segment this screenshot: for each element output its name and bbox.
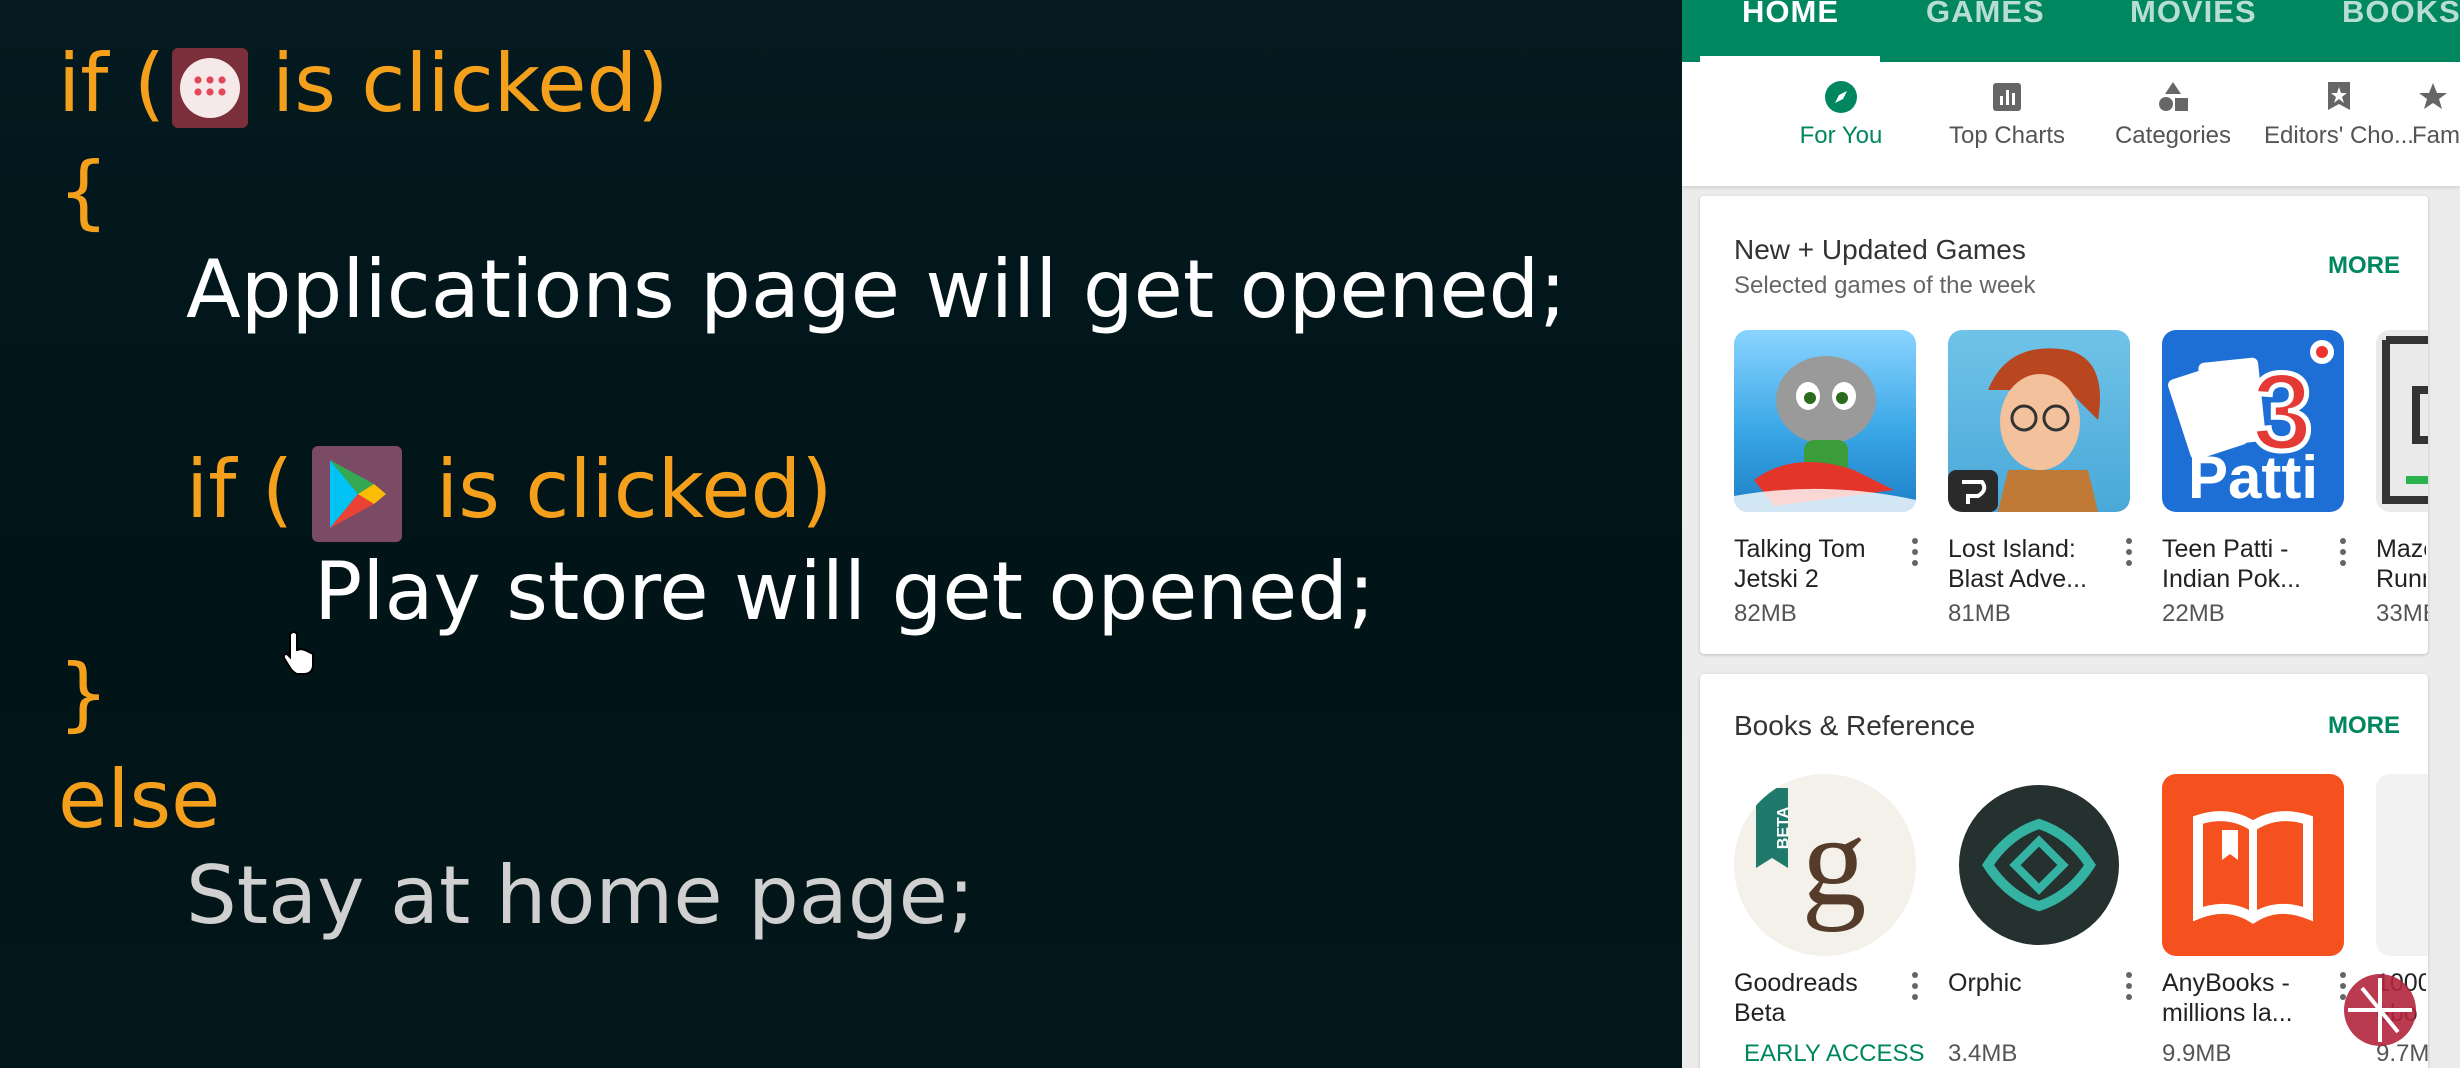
tab-home[interactable]: HOME [1742, 0, 1839, 30]
overflow-menu-icon[interactable] [2126, 972, 2132, 1005]
section-title: New + Updated Games [1734, 234, 2026, 265]
play-store-screen: HOME GAMES MOVIES BOOKS For You Top Char… [1682, 0, 2460, 1068]
subnav-for-you[interactable]: For You [1756, 80, 1926, 150]
app-drawer-icon [172, 48, 248, 128]
talking-tom-art [1734, 356, 1916, 512]
overflow-menu-icon[interactable] [1912, 538, 1918, 571]
sub-navigation: For You Top Charts Categories Editors' C… [1682, 62, 2460, 186]
app-icon-anybooks [2162, 774, 2344, 956]
app-name: Teen Patti - Indian Pok... [2162, 535, 2301, 593]
family-star-icon [2419, 83, 2447, 109]
badge-star-icon [2328, 82, 2350, 110]
section-subtitle: Selected games of the week [1734, 272, 2036, 299]
subnav-label: For You [1799, 122, 1883, 149]
section-title: Books & Reference [1734, 710, 1976, 741]
home-page-statement: Stay at home page; [186, 849, 975, 942]
app-name: Orphic [1948, 969, 2022, 997]
subnav-label: Editors' Cho... [2264, 122, 2414, 149]
is-clicked-1: is clicked) [272, 37, 669, 130]
app-card[interactable]: BETA g Goodreads Beta EARLY ACCESS [1734, 774, 1925, 1067]
play-store-glyph [330, 460, 386, 528]
app-name: AnyBooks - millions la... [2162, 969, 2293, 1027]
more-button[interactable]: MORE [2328, 252, 2400, 280]
subnav-label: Categories [2114, 122, 2232, 149]
app-size: 9.9MB [2162, 1040, 2232, 1067]
app-icon-ebooks [2376, 774, 2428, 956]
lost-island-art [1948, 348, 2100, 512]
app-card[interactable]: 1000 ebo 9.7MB [2376, 774, 2428, 1067]
app-drawer-glyph [180, 58, 240, 118]
app-icon-talking-tom [1734, 330, 1916, 512]
tab-games[interactable]: GAMES [1926, 0, 2045, 30]
brace-close: } [58, 647, 109, 740]
subnav-label: Fam [2412, 122, 2460, 149]
if-keyword-1: if ( [58, 37, 166, 130]
app-icon-teen-patti: 3 Patti [2162, 330, 2344, 512]
hand-cursor-icon [282, 631, 314, 675]
app-size: 82MB [1734, 600, 1797, 627]
teen-patti-art: 3 Patti [2168, 340, 2334, 511]
subnav-family[interactable]: Fam [2396, 80, 2460, 150]
app-card[interactable]: AnyBooks - millions la... 9.9MB [2162, 774, 2346, 1067]
play-store-icon [312, 446, 402, 542]
tab-movies[interactable]: MOVIES [2130, 0, 2257, 30]
app-name: Lost Island: Blast Adve... [1948, 535, 2087, 593]
compass-icon [1825, 81, 1857, 113]
if-keyword-2: if ( [186, 443, 294, 536]
app-icon-goodreads: BETA g [1734, 774, 1916, 956]
app-size: 81MB [1948, 600, 2011, 627]
section-books-reference: Books & Reference MORE BETA g Goodreads … [1700, 674, 2428, 1068]
app-icon-maze-runner [2376, 330, 2428, 512]
app-card[interactable]: Orphic 3.4MB [1948, 774, 2132, 1067]
patti-word: Patti [2188, 444, 2318, 511]
section-new-updated-games: New + Updated Games Selected games of th… [1700, 196, 2428, 654]
overflow-menu-icon[interactable] [1912, 972, 1918, 1005]
app-size: 33MB [2376, 600, 2428, 627]
beta-badge: BETA [1775, 806, 1792, 849]
app-name: Maze Runn [2376, 535, 2426, 593]
orphic-art [1959, 785, 2119, 945]
subnav-label: Top Charts [1948, 122, 2066, 149]
more-button[interactable]: MORE [2328, 712, 2400, 740]
maze-art [2382, 336, 2428, 504]
app-icon-lost-island [1948, 330, 2130, 512]
overflow-menu-icon[interactable] [2126, 538, 2132, 571]
anybooks-art [2193, 811, 2313, 924]
goodreads-art: BETA g [1756, 788, 1867, 933]
app-name: Talking Tom Jetski 2 [1734, 535, 1866, 593]
channel-logo-icon [2344, 974, 2416, 1046]
is-clicked-2: is clicked) [436, 443, 833, 536]
app-card[interactable]: Talking Tom Jetski 2 82MB [1734, 330, 1918, 627]
brace-open: { [58, 145, 109, 238]
overflow-menu-icon[interactable] [2340, 538, 2346, 571]
app-card[interactable]: 3 Patti Teen Patti - Indian Pok... 22MB [2162, 330, 2346, 627]
applications-statement: Applications page will get opened; [186, 243, 1567, 336]
app-card[interactable]: Maze Runn 33MB [2376, 330, 2428, 627]
subnav-categories[interactable]: Categories [2088, 80, 2258, 150]
shapes-icon [2159, 82, 2188, 111]
goodreads-letter: g [1802, 789, 1867, 933]
play-store-statement: Play store will get opened; [314, 545, 1375, 638]
app-name: Goodreads Beta [1734, 969, 1858, 1027]
app-size: 3.4MB [1948, 1040, 2018, 1067]
early-access-label: EARLY ACCESS [1744, 1040, 1925, 1067]
app-card[interactable]: Lost Island: Blast Adve... 81MB [1948, 330, 2132, 627]
code-slide: if ( is clicked) { Applications page wil… [0, 0, 1682, 1068]
app-size: 22MB [2162, 600, 2225, 627]
chart-icon [1993, 83, 2021, 111]
tab-books[interactable]: BOOKS [2342, 0, 2460, 30]
subnav-top-charts[interactable]: Top Charts [1922, 80, 2092, 150]
app-icon-orphic [1948, 774, 2130, 956]
else-keyword: else [58, 753, 221, 846]
top-tab-bar: HOME GAMES MOVIES BOOKS [1682, 0, 2460, 62]
